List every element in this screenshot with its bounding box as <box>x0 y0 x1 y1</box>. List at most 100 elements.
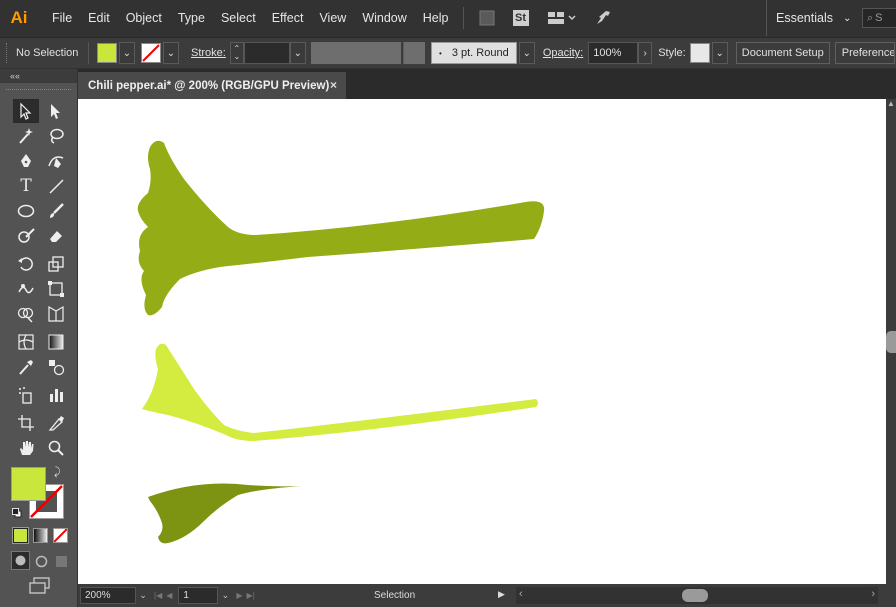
brush-definition[interactable] <box>402 42 425 64</box>
menu-edit[interactable]: Edit <box>80 0 118 36</box>
adobe-stock-icon[interactable]: St <box>510 7 532 29</box>
bridge-icon[interactable] <box>476 7 498 29</box>
mesh-tool[interactable] <box>13 330 39 354</box>
fill-swatch[interactable] <box>97 43 117 63</box>
menu-select[interactable]: Select <box>213 0 264 36</box>
zoom-dropdown[interactable]: ⌄ <box>136 587 150 604</box>
stroke-weight-dropdown[interactable]: ⌄ <box>289 42 306 64</box>
collapse-panel-icon[interactable]: «« <box>0 69 77 83</box>
none-mode-button[interactable] <box>53 528 68 543</box>
stroke-swatch[interactable] <box>141 43 161 63</box>
arrange-documents-icon[interactable] <box>544 7 580 29</box>
artboard-dropdown[interactable]: ⌄ <box>218 587 233 604</box>
eraser-tool[interactable] <box>43 224 69 248</box>
magic-wand-tool[interactable] <box>13 124 39 148</box>
brush-definition-field[interactable]: • 3 pt. Round <box>430 42 517 64</box>
document-setup-button[interactable]: Document Setup <box>735 42 830 64</box>
style-dropdown[interactable]: ⌄ <box>711 42 728 64</box>
draw-behind-icon[interactable] <box>33 553 49 569</box>
status-flyout-icon[interactable]: ▶ <box>498 589 505 600</box>
selection-tool[interactable] <box>13 99 39 123</box>
warp-tool[interactable] <box>13 277 39 301</box>
type-tool[interactable]: T <box>13 174 39 198</box>
zoom-tool[interactable] <box>43 436 69 460</box>
artwork <box>137 140 545 544</box>
curvature-tool[interactable] <box>43 149 69 173</box>
draw-normal-icon[interactable] <box>11 551 30 570</box>
menu-type[interactable]: Type <box>170 0 213 36</box>
line-tool[interactable] <box>43 174 69 198</box>
menu-effect[interactable]: Effect <box>264 0 312 36</box>
menu-view[interactable]: View <box>311 0 354 36</box>
previous-artboard-icon[interactable]: ◀ <box>166 591 172 600</box>
opacity-field[interactable]: 100% <box>588 42 639 64</box>
rotate-tool[interactable] <box>13 252 39 276</box>
draw-inside-icon[interactable] <box>53 553 69 569</box>
app-logo: Ai <box>10 8 28 27</box>
stem-shape-top[interactable] <box>137 140 545 316</box>
free-transform-tool[interactable] <box>43 277 69 301</box>
slice-tool[interactable] <box>43 411 69 435</box>
hand-tool[interactable] <box>13 436 39 460</box>
menu-help[interactable]: Help <box>415 0 457 36</box>
brush-dropdown[interactable]: ⌄ <box>518 42 535 64</box>
artboard-canvas[interactable] <box>78 99 886 584</box>
stroke-label[interactable]: Stroke: <box>191 47 226 59</box>
direct-selection-tool[interactable] <box>43 99 69 123</box>
workspace-switcher[interactable]: Essentials ⌄ <box>766 0 858 36</box>
next-artboard-icon[interactable]: ▶ <box>236 591 242 600</box>
gradient-mode-button[interactable] <box>33 528 48 543</box>
perspective-grid-tool[interactable] <box>43 302 69 326</box>
scroll-up-icon[interactable]: ▲ <box>887 99 895 108</box>
tools-panel: «« T ⤸ <box>0 69 77 607</box>
fill-dropdown[interactable]: ⌄ <box>119 42 135 64</box>
scale-tool[interactable] <box>43 252 69 276</box>
vertical-scroll-thumb[interactable] <box>886 331 896 353</box>
artboard-number-field[interactable]: 1 <box>178 587 219 604</box>
pen-tool[interactable] <box>13 149 39 173</box>
horizontal-scroll-thumb[interactable] <box>682 589 708 602</box>
close-icon[interactable]: × <box>330 78 337 92</box>
color-mode-button[interactable] <box>12 527 29 544</box>
gradient-tool[interactable] <box>43 330 69 354</box>
vertical-scrollbar[interactable]: ▲ <box>886 99 896 584</box>
graphic-style-swatch[interactable] <box>689 43 710 63</box>
opacity-flyout[interactable]: › <box>638 42 653 64</box>
opacity-label[interactable]: Opacity: <box>543 47 583 59</box>
swap-colors-icon[interactable]: ⤸ <box>54 466 61 479</box>
screen-mode-icon[interactable] <box>29 577 51 595</box>
menu-window[interactable]: Window <box>354 0 414 36</box>
symbol-sprayer-tool[interactable] <box>13 383 39 407</box>
horizontal-scrollbar[interactable]: ‹ › <box>516 587 878 604</box>
stem-shape-middle[interactable] <box>142 343 538 441</box>
stroke-dropdown[interactable]: ⌄ <box>163 42 179 64</box>
menu-file[interactable]: File <box>44 0 80 36</box>
blend-tool[interactable] <box>43 355 69 379</box>
last-artboard-icon[interactable]: ▶| <box>247 591 255 600</box>
variable-width-profile[interactable] <box>310 42 401 64</box>
shaper-tool[interactable] <box>13 224 39 248</box>
search-help-input[interactable]: ⌕ S <box>862 8 896 28</box>
menu-object[interactable]: Object <box>118 0 170 36</box>
workspace-label: Essentials <box>776 11 833 25</box>
stroke-weight-field[interactable] <box>243 42 290 64</box>
default-colors-icon[interactable] <box>12 507 22 518</box>
document-tab[interactable]: Chili pepper.ai* @ 200% (RGB/GPU Preview… <box>78 72 346 99</box>
scroll-left-icon[interactable]: ‹ <box>519 588 523 600</box>
artboard-tool[interactable] <box>13 411 39 435</box>
fill-color-box-front[interactable] <box>11 467 46 501</box>
paintbrush-tool[interactable] <box>43 199 69 223</box>
column-graph-tool[interactable] <box>43 383 69 407</box>
preferences-button[interactable]: Preferences <box>834 42 895 64</box>
eyedropper-tool[interactable] <box>13 355 39 379</box>
gpu-performance-icon[interactable] <box>592 7 614 29</box>
lasso-tool[interactable] <box>43 124 69 148</box>
scroll-right-icon[interactable]: › <box>871 588 875 600</box>
first-artboard-icon[interactable]: |◀ <box>154 591 162 600</box>
panel-grip[interactable] <box>6 43 12 63</box>
zoom-level-field[interactable]: 200% <box>80 587 136 604</box>
stem-shape-bottom[interactable] <box>148 483 302 544</box>
shape-builder-tool[interactable] <box>13 302 39 326</box>
stroke-weight-stepper[interactable]: ⌃ ⌄ <box>229 42 244 64</box>
ellipse-tool[interactable] <box>13 199 39 223</box>
